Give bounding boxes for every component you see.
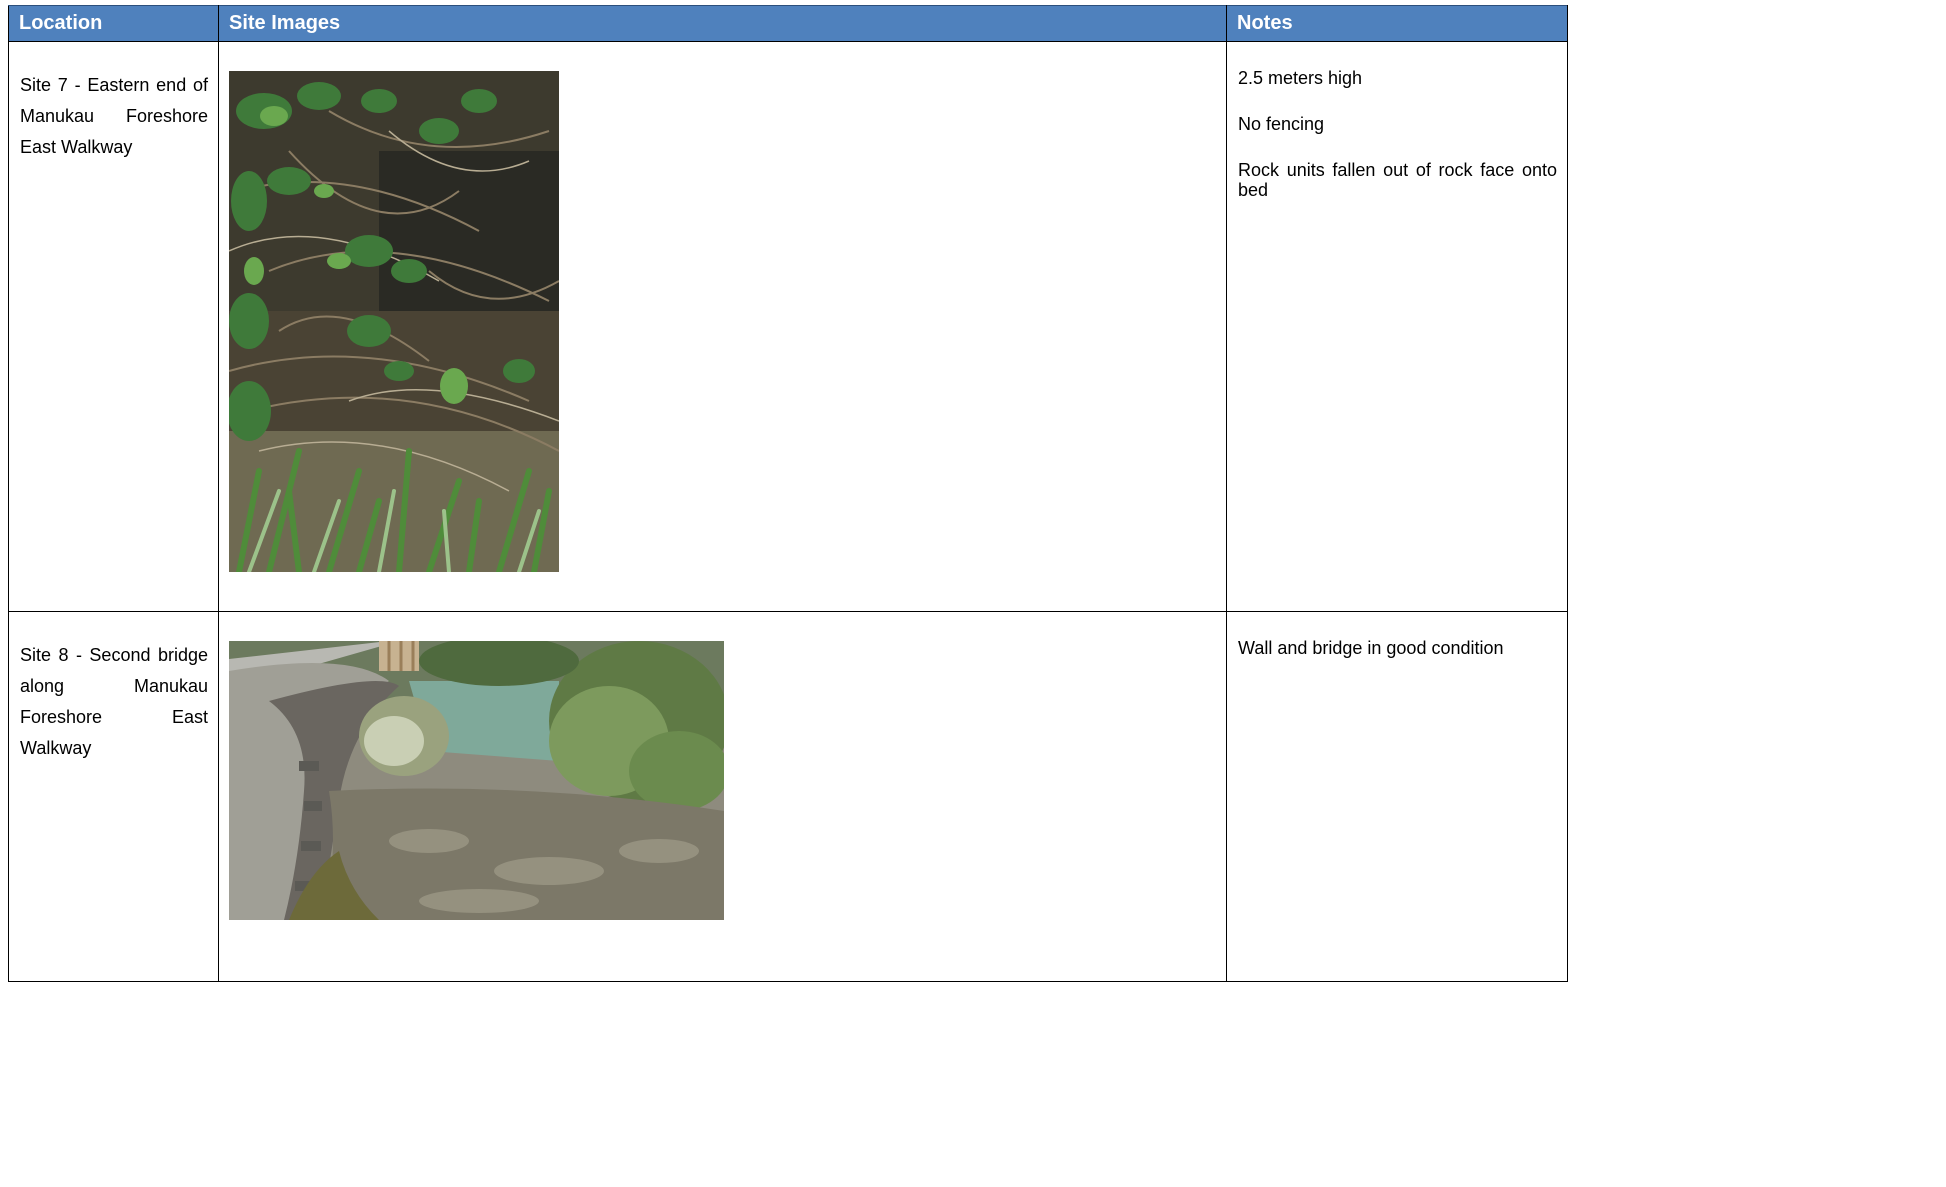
location-cell: Site 7 - Eastern end of Manukau Foreshor…: [8, 41, 219, 612]
note-text: No fencing: [1238, 114, 1325, 134]
note-text: 2.5 meters high: [1238, 68, 1363, 88]
note-text: Rock units fallen out of rock face onto …: [1238, 160, 1557, 200]
note-text: Wall and bridge in good condition: [1238, 638, 1504, 658]
table-header-row: Location Site Images Notes: [8, 5, 1568, 42]
header-notes: Notes: [1226, 5, 1568, 42]
header-site-images: Site Images: [218, 5, 1227, 42]
notes-cell: 2.5 meters high No fencing Rock units fa…: [1226, 41, 1568, 612]
table-row: Site 7 - Eastern end of Manukau Foreshor…: [8, 41, 1568, 612]
header-location: Location: [8, 5, 219, 42]
site-images-cell: [218, 611, 1227, 982]
notes-cell: Wall and bridge in good condition: [1226, 611, 1568, 982]
site-7-photo: [229, 71, 559, 572]
table-row: Site 8 - Second bridge along Manukau For…: [8, 611, 1568, 982]
site-8-photo: [229, 641, 724, 920]
site-inspection-table: Location Site Images Notes Site 7 - East…: [8, 5, 1568, 982]
location-cell: Site 8 - Second bridge along Manukau For…: [8, 611, 219, 982]
site-images-cell: [218, 41, 1227, 612]
